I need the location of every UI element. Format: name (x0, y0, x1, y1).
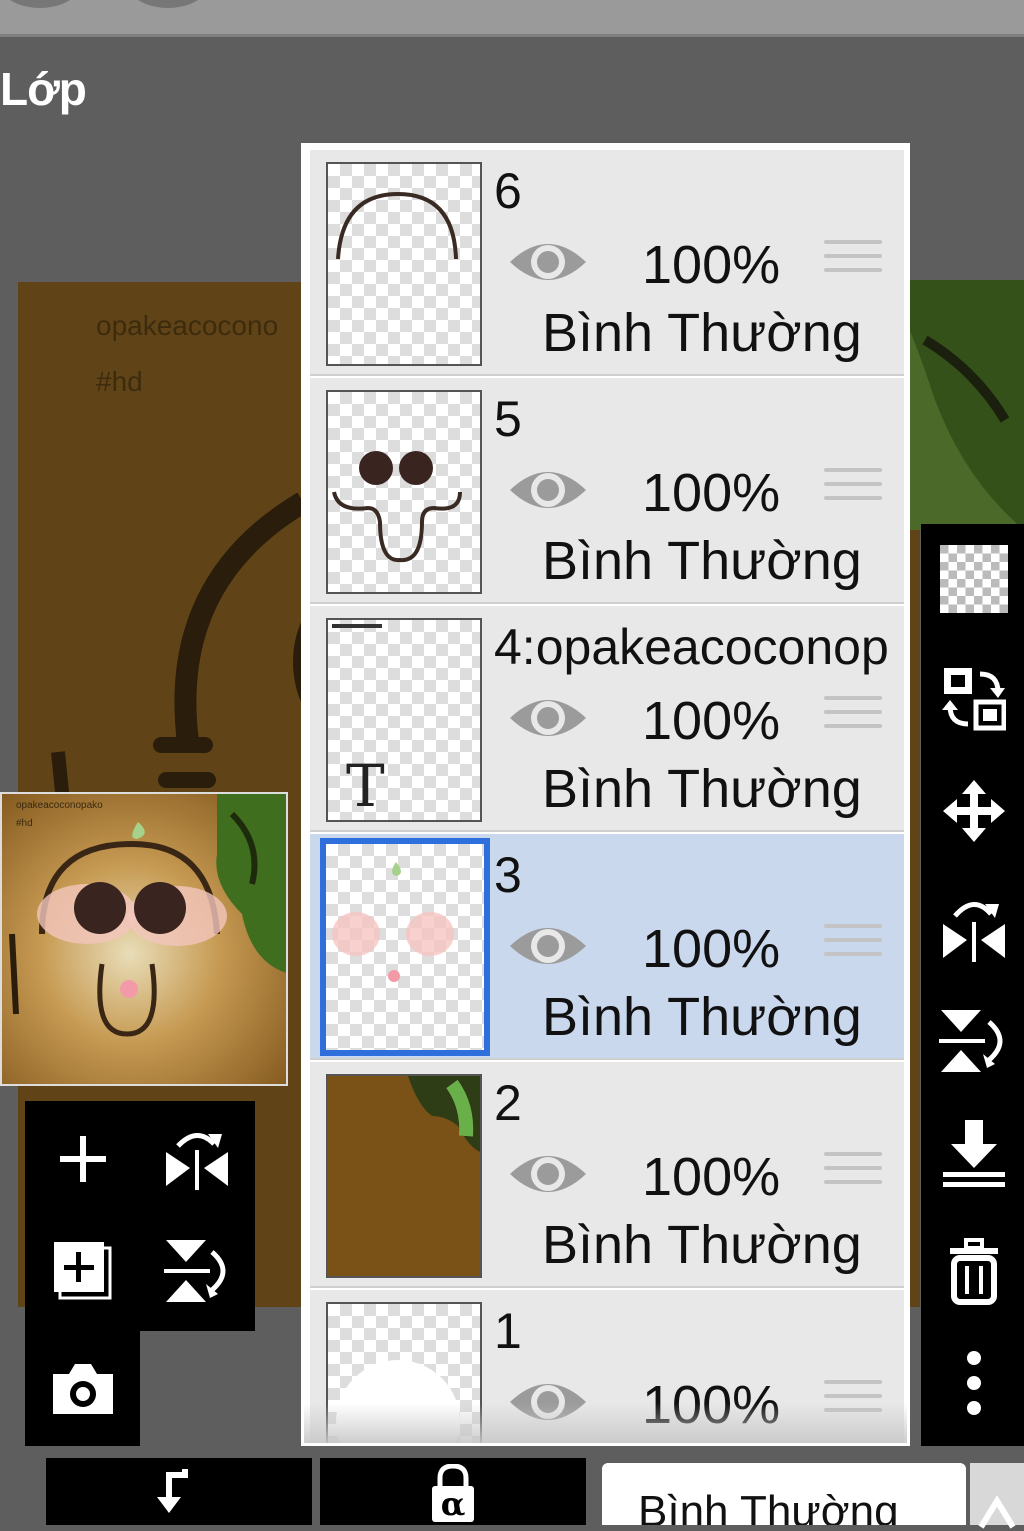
eye-icon[interactable] (508, 460, 588, 520)
text-layer-icon: T (346, 752, 385, 820)
layer-row[interactable]: 6 100% Bình Thường (310, 150, 904, 376)
eye-icon[interactable] (508, 688, 588, 748)
alpha-lock-label: α (440, 1484, 466, 1523)
layer-opacity[interactable]: 100% (642, 690, 780, 752)
layer-name: 2 (494, 1075, 522, 1131)
layer-thumbnail[interactable] (320, 838, 490, 1056)
add-copy-layer-icon[interactable] (43, 1231, 123, 1311)
layer-row[interactable]: 3 100% Bình Thường (310, 834, 904, 1060)
alpha-lock-button[interactable]: α (320, 1458, 586, 1525)
left-toolbar (25, 1101, 255, 1331)
layer-blend-mode[interactable]: Bình Thường (542, 530, 862, 592)
layer-blend-mode[interactable]: Bình Thường (542, 1214, 862, 1276)
camera-icon[interactable] (43, 1349, 123, 1429)
layer-opacity[interactable]: 100% (642, 462, 780, 524)
layer-blend-mode[interactable]: Bình Thường (542, 302, 862, 364)
canvas-leaf-art (905, 280, 1024, 530)
layer-name: 3 (494, 847, 522, 903)
drag-handle-icon[interactable] (824, 1152, 882, 1198)
layer-blend-mode[interactable]: Bình Thường (542, 758, 862, 820)
eye-icon[interactable] (508, 1144, 588, 1204)
right-toolbar (921, 524, 1024, 1446)
layer-row[interactable]: T 4:opakeacoconop 100% Bình Thường (310, 606, 904, 832)
panel-scroll-fade (304, 1403, 907, 1443)
drag-handle-icon[interactable] (824, 468, 882, 514)
drag-handle-icon[interactable] (824, 924, 882, 970)
top-bar (0, 0, 1024, 37)
drag-handle-icon[interactable] (824, 696, 882, 742)
page-title: Lớp (0, 63, 87, 115)
top-circle-button[interactable] (128, 0, 208, 8)
chevron-up-icon (978, 1495, 1016, 1529)
layer-panel[interactable]: 6 100% Bình Thường 5 100% Bình Thường T 4:opake… (301, 143, 910, 1446)
more-vertical-icon[interactable] (939, 1348, 1009, 1418)
flip-vertical-icon[interactable] (157, 1231, 237, 1311)
layer-name: 1 (494, 1303, 522, 1359)
layer-name: 4:opakeacoconop (494, 619, 889, 675)
add-layer-icon[interactable] (43, 1119, 123, 1199)
layer-thumbnail[interactable]: T (326, 618, 482, 822)
layer-thumbnail[interactable] (326, 1074, 482, 1278)
canvas-preview[interactable]: opakeacoconopako #hd (0, 792, 288, 1086)
layer-opacity[interactable]: 100% (642, 234, 780, 296)
blend-mode-label: Bình Thường (638, 1487, 899, 1525)
flip-horizontal-icon[interactable] (939, 894, 1009, 964)
move-icon[interactable] (939, 776, 1009, 846)
layer-name: 5 (494, 391, 522, 447)
swap-layers-icon[interactable] (939, 664, 1009, 734)
clip-button[interactable] (46, 1458, 312, 1525)
bottom-bar: α Bình Thường (0, 1458, 1024, 1529)
eye-icon[interactable] (508, 916, 588, 976)
left-toolbar-extra (25, 1331, 140, 1446)
layer-row[interactable]: 2 100% Bình Thường (310, 1062, 904, 1288)
flip-vertical-icon[interactable] (939, 1006, 1009, 1076)
flip-horizontal-icon[interactable] (157, 1119, 237, 1199)
drag-handle-icon[interactable] (824, 240, 882, 286)
merge-down-icon[interactable] (939, 1118, 1009, 1188)
layer-thumbnail[interactable] (326, 390, 482, 594)
layer-blend-mode[interactable]: Bình Thường (542, 986, 862, 1048)
layer-opacity[interactable]: 100% (642, 918, 780, 980)
layer-thumbnail[interactable] (326, 162, 482, 366)
layer-name: 6 (494, 163, 522, 219)
transparency-icon[interactable] (939, 544, 1009, 614)
layer-opacity[interactable]: 100% (642, 1146, 780, 1208)
blend-mode-arrow-button[interactable] (970, 1463, 1024, 1529)
trash-icon[interactable] (939, 1236, 1009, 1306)
layer-row[interactable]: 5 100% Bình Thường (310, 378, 904, 604)
blend-mode-selector[interactable]: Bình Thường (602, 1463, 966, 1525)
preview-art (9, 794, 286, 1037)
eye-icon[interactable] (508, 232, 588, 292)
top-circle-button[interactable] (0, 0, 80, 8)
clip-arrow-icon (157, 1468, 188, 1513)
